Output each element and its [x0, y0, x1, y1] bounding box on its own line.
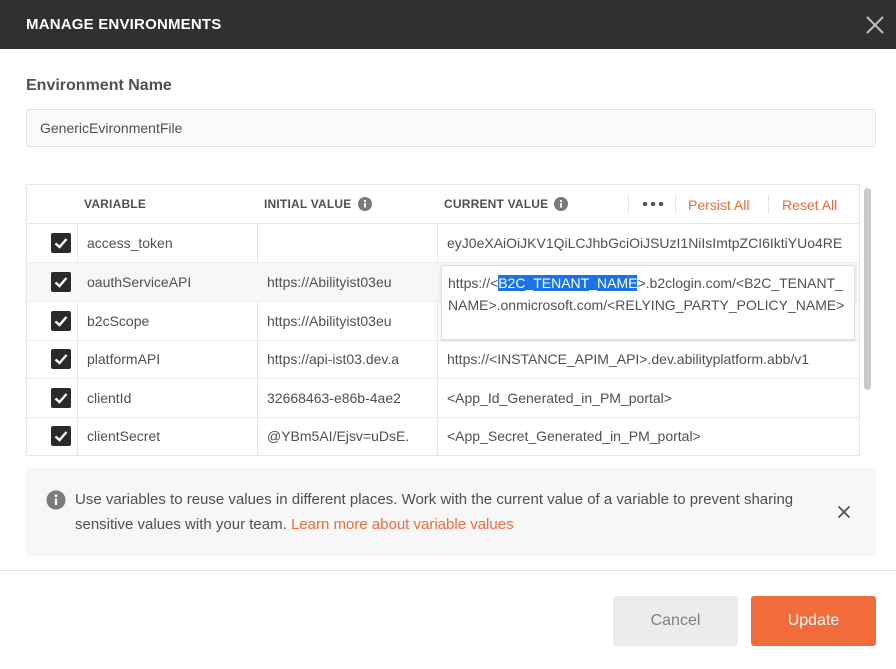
editor-text-prefix: https://< — [448, 275, 499, 291]
info-banner: Use variables to reuse values in differe… — [26, 468, 876, 556]
initial-value[interactable]: https://Abilityist03eu — [267, 302, 433, 340]
environment-name-label: Environment Name — [26, 77, 172, 94]
variable-name[interactable]: clientId — [87, 379, 255, 417]
ellipsis-icon[interactable] — [642, 197, 664, 211]
initial-value[interactable]: 32668463-e86b-4ae2 — [267, 379, 433, 417]
current-value-editor[interactable]: https://<B2C_TENANT_NAME>.b2clogin.com/<… — [441, 265, 855, 340]
row-checkbox[interactable] — [51, 311, 71, 331]
variable-name[interactable]: b2cScope — [87, 302, 255, 340]
variable-name[interactable]: oauthServiceAPI — [87, 263, 255, 301]
learn-more-link[interactable]: Learn more about variable values — [291, 516, 514, 533]
header-separator — [628, 195, 629, 214]
table-row: access_token eyJ0eXAiOiJKV1QiLCJhbGciOiJ… — [27, 224, 859, 263]
dialog-title: MANAGE ENVIRONMENTS — [26, 16, 222, 33]
row-checkbox[interactable] — [51, 349, 71, 369]
environment-name-input[interactable] — [26, 109, 876, 147]
current-value[interactable]: <App_Secret_Generated_in_PM_portal> — [447, 417, 857, 455]
header-separator — [768, 195, 769, 214]
initial-value[interactable]: @YBm5AI/Ejsv=uDsE. — [267, 417, 433, 455]
variable-name[interactable]: access_token — [87, 224, 255, 262]
current-value[interactable]: <App_Id_Generated_in_PM_portal> — [447, 379, 857, 417]
footer-divider — [0, 570, 896, 571]
current-value[interactable]: eyJ0eXAiOiJKV1QiLCJhbGciOiJSUzI1NiIsImtp… — [447, 224, 857, 262]
row-checkbox[interactable] — [51, 426, 71, 446]
row-checkbox[interactable] — [51, 388, 71, 408]
update-button[interactable]: Update — [751, 596, 876, 646]
close-icon[interactable] — [864, 14, 886, 36]
row-checkbox[interactable] — [51, 272, 71, 292]
initial-value[interactable]: https://api-ist03.dev.a — [267, 340, 433, 378]
dismiss-icon[interactable] — [837, 505, 851, 519]
variable-name[interactable]: clientSecret — [87, 417, 255, 455]
variable-name[interactable]: platformAPI — [87, 340, 255, 378]
info-text: Use variables to reuse values in differe… — [75, 487, 795, 537]
row-checkbox[interactable] — [51, 233, 71, 253]
reset-all-button[interactable]: Reset All — [782, 185, 837, 224]
table-scrollbar-thumb[interactable] — [864, 188, 871, 390]
table-row: clientSecret @YBm5AI/Ejsv=uDsE. <App_Sec… — [27, 417, 859, 455]
cancel-button[interactable]: Cancel — [613, 596, 738, 646]
header-variable: VARIABLE — [84, 197, 147, 211]
persist-all-button[interactable]: Persist All — [688, 185, 749, 224]
info-icon[interactable] — [554, 196, 569, 211]
table-row: clientId 32668463-e86b-4ae2 <App_Id_Gene… — [27, 379, 859, 418]
header-current-value: CURRENT VALUE — [444, 185, 569, 224]
info-icon[interactable] — [357, 196, 372, 211]
table-row: platformAPI https://api-ist03.dev.a http… — [27, 340, 859, 379]
info-icon — [46, 490, 66, 510]
initial-value[interactable] — [267, 224, 433, 262]
header-separator — [675, 195, 676, 214]
header-initial-value: INITIAL VALUE — [264, 185, 372, 224]
initial-value[interactable]: https://Abilityist03eu — [267, 263, 433, 301]
current-value[interactable]: https://<INSTANCE_APIM_API>.dev.abilityp… — [447, 340, 857, 378]
table-header: VARIABLE INITIAL VALUE CURRENT VALUE Per… — [27, 185, 859, 224]
editor-text-selected: B2C_TENANT_NAME — [498, 275, 638, 291]
dialog-titlebar: MANAGE ENVIRONMENTS — [0, 0, 896, 49]
